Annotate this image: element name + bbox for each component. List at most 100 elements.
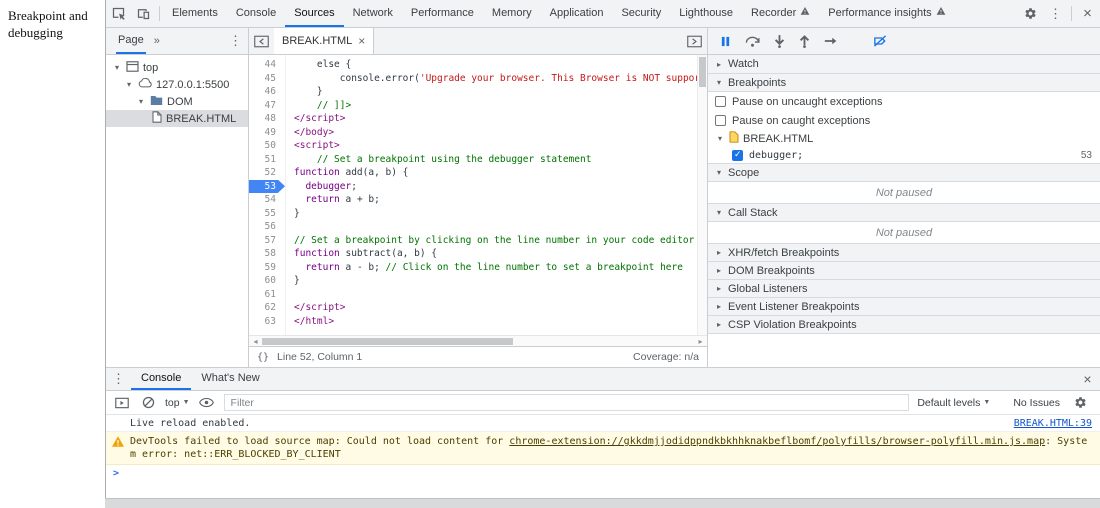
kebab-menu-icon[interactable]: ⋮ [1043, 0, 1068, 27]
navigator-tab-page[interactable]: Page [116, 28, 146, 54]
editor-tab-break-html[interactable]: BREAK.HTML × [274, 28, 375, 54]
more-editor-tabs-icon[interactable] [682, 28, 707, 54]
step-icon[interactable] [824, 36, 838, 46]
console-filter-input[interactable] [223, 394, 910, 411]
tab-console-drawer[interactable]: Console [131, 368, 192, 390]
console-prompt[interactable]: > [106, 465, 1100, 482]
step-out-icon[interactable] [799, 34, 810, 48]
tab-sources[interactable]: Sources [285, 0, 344, 27]
tab-whats-new[interactable]: What's New [191, 368, 269, 390]
section-global-listeners[interactable]: ▸ Global Listeners [708, 279, 1100, 298]
gutter-line-46[interactable]: 46 [249, 85, 285, 99]
section-xhr-fetch-breakpoints[interactable]: ▸ XHR/fetch Breakpoints [708, 243, 1100, 262]
pause-on-uncaught-exceptions-checkbox[interactable]: Pause on uncaught exceptions [708, 92, 1100, 111]
close-tab-icon[interactable]: × [358, 34, 365, 48]
step-over-icon[interactable] [745, 35, 760, 48]
editor-gutter[interactable]: 44 45 46 47 48 49 50 51 52 53 54 55 56 57 58 59 60 61 62 63 [249, 55, 286, 335]
close-devtools-icon[interactable]: × [1075, 0, 1100, 27]
close-drawer-icon[interactable]: × [1075, 368, 1100, 390]
scrollbar-thumb[interactable] [699, 57, 706, 87]
section-breakpoints[interactable]: ▾ Breakpoints [708, 73, 1100, 92]
gutter-line-54[interactable]: 54 [249, 193, 285, 207]
step-into-icon[interactable] [774, 34, 785, 48]
gutter-line-58[interactable]: 58 [249, 247, 285, 261]
gutter-line-59[interactable]: 59 [249, 261, 285, 275]
gutter-line-44[interactable]: 44 [249, 58, 285, 72]
tree-item-top[interactable]: ▾ top [106, 59, 248, 76]
tab-memory[interactable]: Memory [483, 0, 541, 27]
gutter-line-63[interactable]: 63 [249, 315, 285, 329]
device-toolbar-icon[interactable] [131, 0, 156, 27]
breakpoint-line-number: 53 [1080, 150, 1092, 161]
section-watch[interactable]: ▸ Watch [708, 55, 1100, 74]
console-settings-gear-icon[interactable] [1068, 396, 1093, 409]
checkbox-checked[interactable] [732, 149, 743, 161]
inspect-element-icon[interactable] [106, 0, 131, 27]
tab-performance[interactable]: Performance [402, 0, 483, 27]
breakpoint-file-group[interactable]: ▾ BREAK.HTML [708, 130, 1100, 147]
gutter-line-52[interactable]: 52 [249, 166, 285, 180]
hide-navigator-icon[interactable] [249, 28, 274, 54]
gutter-line-51[interactable]: 51 [249, 153, 285, 167]
tab-elements[interactable]: Elements [163, 0, 227, 27]
clear-console-icon[interactable] [139, 396, 157, 409]
gutter-line-61[interactable]: 61 [249, 288, 285, 302]
no-issues-button[interactable]: No Issues [1013, 397, 1060, 409]
scroll-right-arrow-icon[interactable]: ▸ [694, 337, 707, 346]
breakpoint-marker-line-53[interactable]: 53 [249, 179, 285, 193]
gutter-line-57[interactable]: 57 [249, 234, 285, 248]
source-map-link[interactable]: chrome-extension://gkkdmjjodidppndkbkhhk… [509, 436, 1045, 447]
tab-performance-insights[interactable]: Performance insights [819, 0, 954, 27]
navigator-pane: Page » ⋮ ▾ top ▾ 127.0.0.1:5500 ▾ DOM BR… [106, 28, 249, 367]
section-event-listener-breakpoints[interactable]: ▸ Event Listener Breakpoints [708, 297, 1100, 316]
gutter-line-47[interactable]: 47 [249, 99, 285, 113]
toolbar-divider [159, 6, 160, 21]
tree-item-break-html[interactable]: BREAK.HTML [106, 110, 248, 127]
pause-script-execution-icon[interactable] [720, 36, 731, 47]
section-csp-violation-breakpoints[interactable]: ▸ CSP Violation Breakpoints [708, 315, 1100, 334]
settings-gear-icon[interactable] [1018, 0, 1043, 27]
tree-item-dom-folder[interactable]: ▾ DOM [106, 93, 248, 110]
checkbox-unchecked[interactable] [715, 96, 726, 107]
editor-code[interactable]: else { console.error('Upgrade your brows… [286, 55, 707, 335]
tab-console-panel[interactable]: Console [227, 0, 285, 27]
gutter-line-55[interactable]: 55 [249, 207, 285, 221]
breakpoint-entry[interactable]: debugger; 53 [708, 147, 1100, 164]
console-sidebar-icon[interactable] [113, 397, 131, 409]
default-levels-dropdown[interactable]: Default levels ▼ [917, 397, 990, 409]
pretty-print-icon[interactable]: {} [257, 352, 269, 363]
gutter-line-56[interactable]: 56 [249, 220, 285, 234]
section-scope[interactable]: ▾ Scope [708, 163, 1100, 182]
context-selector-dropdown[interactable]: top ▼ [165, 397, 190, 409]
drawer-kebab-icon[interactable]: ⋮ [106, 368, 131, 390]
section-dom-breakpoints[interactable]: ▸ DOM Breakpoints [708, 261, 1100, 280]
gutter-line-49[interactable]: 49 [249, 126, 285, 140]
scroll-left-arrow-icon[interactable]: ◂ [249, 337, 262, 346]
page-horizontal-scrollbar[interactable] [105, 498, 1100, 508]
pause-on-caught-exceptions-checkbox[interactable]: Pause on caught exceptions [708, 111, 1100, 130]
tab-network[interactable]: Network [344, 0, 402, 27]
editor-vertical-scrollbar[interactable] [697, 55, 707, 335]
checkbox-unchecked[interactable] [715, 115, 726, 126]
tree-item-origin[interactable]: ▾ 127.0.0.1:5500 [106, 76, 248, 93]
editor-horizontal-scrollbar[interactable]: ◂ ▸ [249, 335, 707, 346]
tab-security[interactable]: Security [612, 0, 670, 27]
section-call-stack[interactable]: ▾ Call Stack [708, 203, 1100, 222]
source-location-link[interactable]: BREAK.HTML:39 [1014, 417, 1092, 430]
scrollbar-thumb[interactable] [262, 337, 513, 345]
file-icon [152, 111, 162, 126]
tab-lighthouse[interactable]: Lighthouse [670, 0, 742, 27]
tab-recorder[interactable]: Recorder [742, 0, 819, 27]
gutter-line-48[interactable]: 48 [249, 112, 285, 126]
tab-application[interactable]: Application [541, 0, 613, 27]
chevron-down-icon: ▼ [983, 399, 991, 406]
gutter-line-45[interactable]: 45 [249, 72, 285, 86]
deactivate-breakpoints-icon[interactable] [873, 35, 887, 47]
eye-live-expression-icon[interactable] [198, 397, 216, 408]
code-line-60: } [294, 275, 300, 286]
gutter-line-60[interactable]: 60 [249, 274, 285, 288]
gutter-line-50[interactable]: 50 [249, 139, 285, 153]
gutter-line-62[interactable]: 62 [249, 301, 285, 315]
navigator-kebab-icon[interactable]: ⋮ [223, 28, 248, 54]
